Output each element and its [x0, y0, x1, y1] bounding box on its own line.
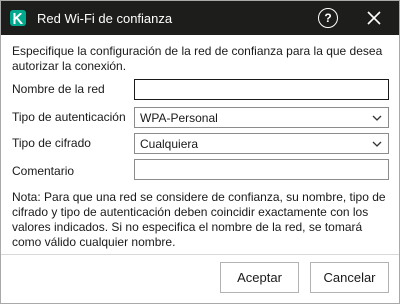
help-glyph: ?: [324, 11, 332, 25]
dialog-title: Red Wi-Fi de confianza: [37, 11, 173, 26]
network-name-input[interactable]: [134, 79, 389, 100]
accept-button[interactable]: Aceptar: [220, 262, 299, 293]
chevron-down-icon: [372, 115, 382, 121]
footer-divider: [1, 254, 399, 255]
comment-input[interactable]: [134, 159, 389, 180]
close-icon[interactable]: [364, 8, 384, 28]
cancel-button[interactable]: Cancelar: [310, 262, 389, 293]
network-name-label: Nombre de la red: [12, 82, 105, 96]
comment-label: Comentario: [12, 164, 75, 178]
trusted-wifi-dialog: Red Wi-Fi de confianza ? Especifique la …: [0, 0, 400, 304]
auth-type-value: WPA-Personal: [140, 110, 218, 125]
help-icon[interactable]: ?: [318, 8, 338, 28]
title-bar: Red Wi-Fi de confianza ?: [1, 1, 399, 35]
encryption-type-label: Tipo de cifrado: [12, 136, 91, 150]
encryption-type-select[interactable]: Cualquiera: [134, 133, 389, 154]
chevron-down-icon: [372, 141, 382, 147]
intro-text: Especifique la configuración de la red d…: [12, 44, 383, 73]
auth-type-select[interactable]: WPA-Personal: [134, 107, 389, 128]
auth-type-label: Tipo de autenticación: [12, 110, 126, 124]
kaspersky-logo-icon: [10, 10, 26, 26]
encryption-type-value: Cualquiera: [140, 136, 199, 151]
note-text: Nota: Para que una red se considere de c…: [12, 190, 386, 249]
